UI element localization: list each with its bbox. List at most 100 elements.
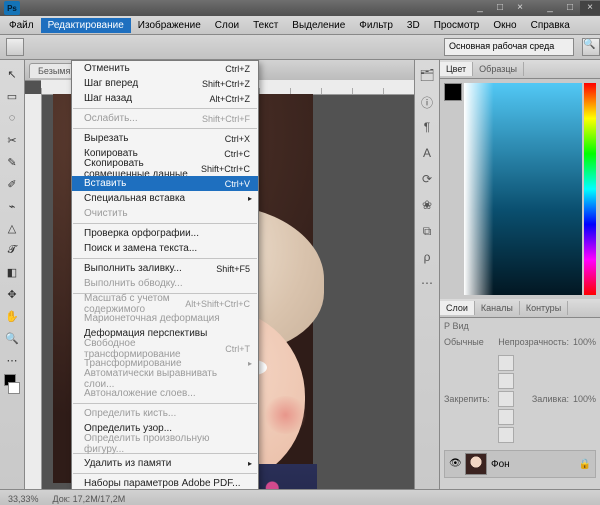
layer-row[interactable]: 👁 Фон 🔒	[444, 450, 596, 478]
lock-label: Закрепить:	[444, 394, 490, 404]
fill-label: Заливка:	[532, 394, 569, 404]
tab-color[interactable]: Цвет	[440, 62, 473, 76]
visibility-icon[interactable]: 👁	[449, 458, 461, 470]
current-color[interactable]	[444, 83, 462, 101]
info-icon[interactable]: ⓘ	[418, 94, 436, 112]
menu-view[interactable]: Просмотр	[427, 18, 487, 33]
tab-layers[interactable]: Слои	[440, 301, 475, 315]
doc-window-controls: _ □ × _ □ ×	[470, 1, 600, 15]
zoom-level[interactable]: 33,33%	[8, 494, 39, 504]
gradient-tool[interactable]: △	[2, 218, 22, 238]
crop-tool[interactable]: ✂	[2, 130, 22, 150]
color-picker-field[interactable]	[464, 83, 582, 295]
edit-menu-dropdown: ОтменитьCtrl+ZШаг впередShift+Ctrl+ZШаг …	[71, 60, 259, 489]
menuitem-проверка-орфографии-[interactable]: Проверка орфографии...	[72, 226, 258, 241]
menuitem-наборы-параметров-adobe-pdf-[interactable]: Наборы параметров Adobe PDF...	[72, 476, 258, 489]
menu-window[interactable]: Окно	[486, 18, 523, 33]
workspace-switcher[interactable]: Основная рабочая среда	[444, 38, 574, 56]
brush-tool[interactable]: ✐	[2, 174, 22, 194]
options-bar: Основная рабочая среда 🔍	[0, 35, 600, 60]
zoom-tool[interactable]: 🔍	[2, 328, 22, 348]
layers-panel: Р Вид Обычные Непрозрачность: 100% Закре…	[440, 318, 600, 489]
options-tool-preset[interactable]	[6, 38, 24, 56]
menu-layers[interactable]: Слои	[208, 18, 246, 33]
doc-max-button[interactable]: □	[490, 1, 510, 15]
win-max-button[interactable]: □	[560, 1, 580, 15]
color-panel-tabs: Цвет Образцы	[440, 60, 600, 79]
menu-help[interactable]: Справка	[524, 18, 577, 33]
menuitem-выполнить-обводку-: Выполнить обводку...	[72, 276, 258, 291]
menuitem-автоналожение-слоев-: Автоналожение слоев...	[72, 386, 258, 401]
menuitem-шаг-назад[interactable]: Шаг назадAlt+Ctrl+Z	[72, 91, 258, 106]
ruler-vertical	[25, 94, 42, 489]
shape-tool[interactable]: ◧	[2, 262, 22, 282]
right-dock: Цвет Образцы Слои Каналы Контуры Р Вид О…	[439, 60, 600, 489]
path-tool[interactable]: ✥	[2, 284, 22, 304]
menuitem-вставить[interactable]: ВставитьCtrl+V	[72, 176, 258, 191]
menuitem-марионеточная-деформация: Марионеточная деформация	[72, 311, 258, 326]
menubar: Файл Редактирование Изображение Слои Тек…	[0, 16, 600, 35]
clone-tool[interactable]: ⌁	[2, 196, 22, 216]
lasso-tool[interactable]: ◌	[2, 108, 22, 128]
more-tools[interactable]: ⋯	[2, 350, 22, 370]
menuitem-шаг-вперед[interactable]: Шаг впередShift+Ctrl+Z	[72, 76, 258, 91]
menu-file[interactable]: Файл	[2, 18, 41, 33]
color-swatch[interactable]	[2, 372, 22, 396]
tab-channels[interactable]: Каналы	[475, 301, 520, 315]
menuitem-ослабить-: Ослабить...Shift+Ctrl+F	[72, 111, 258, 126]
menu-select[interactable]: Выделение	[285, 18, 352, 33]
hue-slider[interactable]	[584, 83, 596, 295]
menu-edit[interactable]: Редактирование	[41, 18, 131, 33]
doc-close-button[interactable]: ×	[510, 1, 530, 15]
menuitem-скопировать-совмещенные-данные[interactable]: Скопировать совмещенные данныеShift+Ctrl…	[72, 161, 258, 176]
status-bar: 33,33% Док: 17,2M/17,2M	[0, 489, 600, 505]
color-panel	[440, 79, 600, 299]
document-area: Безымянный-1 ОтменитьCtrl+ZШаг впередShi…	[25, 60, 414, 489]
paragraph-icon[interactable]: ¶	[418, 120, 436, 138]
doc-min-button[interactable]: _	[470, 1, 490, 15]
tab-swatches[interactable]: Образцы	[473, 62, 524, 76]
styles-icon[interactable]: ❀	[418, 198, 436, 216]
titlebar: Ps _ □ × _ □ ×	[0, 0, 600, 16]
properties-icon[interactable]: ρ	[418, 250, 436, 268]
tab-paths[interactable]: Контуры	[520, 301, 568, 315]
eyedropper-tool[interactable]: ✎	[2, 152, 22, 172]
lock-icon: 🔒	[579, 459, 591, 470]
hand-tool[interactable]: ✋	[2, 306, 22, 326]
win-close-button[interactable]: ×	[580, 1, 600, 15]
toolbox: ↖ ▭ ◌ ✂ ✎ ✐ ⌁ △ 𝓣 ◧ ✥ ✋ 🔍 ⋯	[0, 60, 25, 489]
doc-size: Док: 17,2M/17,2M	[53, 494, 126, 504]
opacity-label: Непрозрачность:	[498, 337, 569, 347]
character-icon[interactable]: A	[418, 146, 436, 164]
layer-kind-label: Р Вид	[444, 321, 469, 331]
marquee-tool[interactable]: ▭	[2, 86, 22, 106]
menuitem-вырезать[interactable]: ВырезатьCtrl+X	[72, 131, 258, 146]
history-icon[interactable]: 🗂	[418, 68, 436, 86]
layer-name[interactable]: Фон	[491, 459, 510, 470]
more-panels-icon[interactable]: ⋯	[418, 276, 436, 294]
menu-text[interactable]: Текст	[246, 18, 285, 33]
type-tool[interactable]: 𝓣	[2, 240, 22, 260]
collapsed-panels-strip: 🗂 ⓘ ¶ A ⟳ ❀ ⧉ ρ ⋯	[414, 60, 439, 489]
menuitem-удалить-из-памяти[interactable]: Удалить из памяти▸	[72, 456, 258, 471]
libraries-icon[interactable]: ⧉	[418, 224, 436, 242]
menuitem-определить-произвольную-фигуру-: Определить произвольную фигуру...	[72, 436, 258, 451]
blend-mode[interactable]: Обычные	[444, 337, 484, 347]
menuitem-специальная-вставка[interactable]: Специальная вставка▸	[72, 191, 258, 206]
move-tool[interactable]: ↖	[2, 64, 22, 84]
menuitem-свободное-трансформирование: Свободное трансформированиеCtrl+T	[72, 341, 258, 356]
search-icon[interactable]: 🔍	[582, 38, 600, 56]
win-min-button[interactable]: _	[540, 1, 560, 15]
menuitem-выполнить-заливку-[interactable]: Выполнить заливку...Shift+F5	[72, 261, 258, 276]
menuitem-поиск-и-замена-текста-[interactable]: Поиск и замена текста...	[72, 241, 258, 256]
app-icon: Ps	[4, 1, 20, 15]
menuitem-определить-кисть-: Определить кисть...	[72, 406, 258, 421]
menu-3d[interactable]: 3D	[400, 18, 427, 33]
layer-thumbnail	[465, 453, 487, 475]
menu-image[interactable]: Изображение	[131, 18, 208, 33]
adjust-icon[interactable]: ⟳	[418, 172, 436, 190]
menu-filter[interactable]: Фильтр	[352, 18, 400, 33]
menuitem-отменить[interactable]: ОтменитьCtrl+Z	[72, 61, 258, 76]
fill-value[interactable]: 100%	[573, 394, 596, 404]
opacity-value[interactable]: 100%	[573, 337, 596, 347]
